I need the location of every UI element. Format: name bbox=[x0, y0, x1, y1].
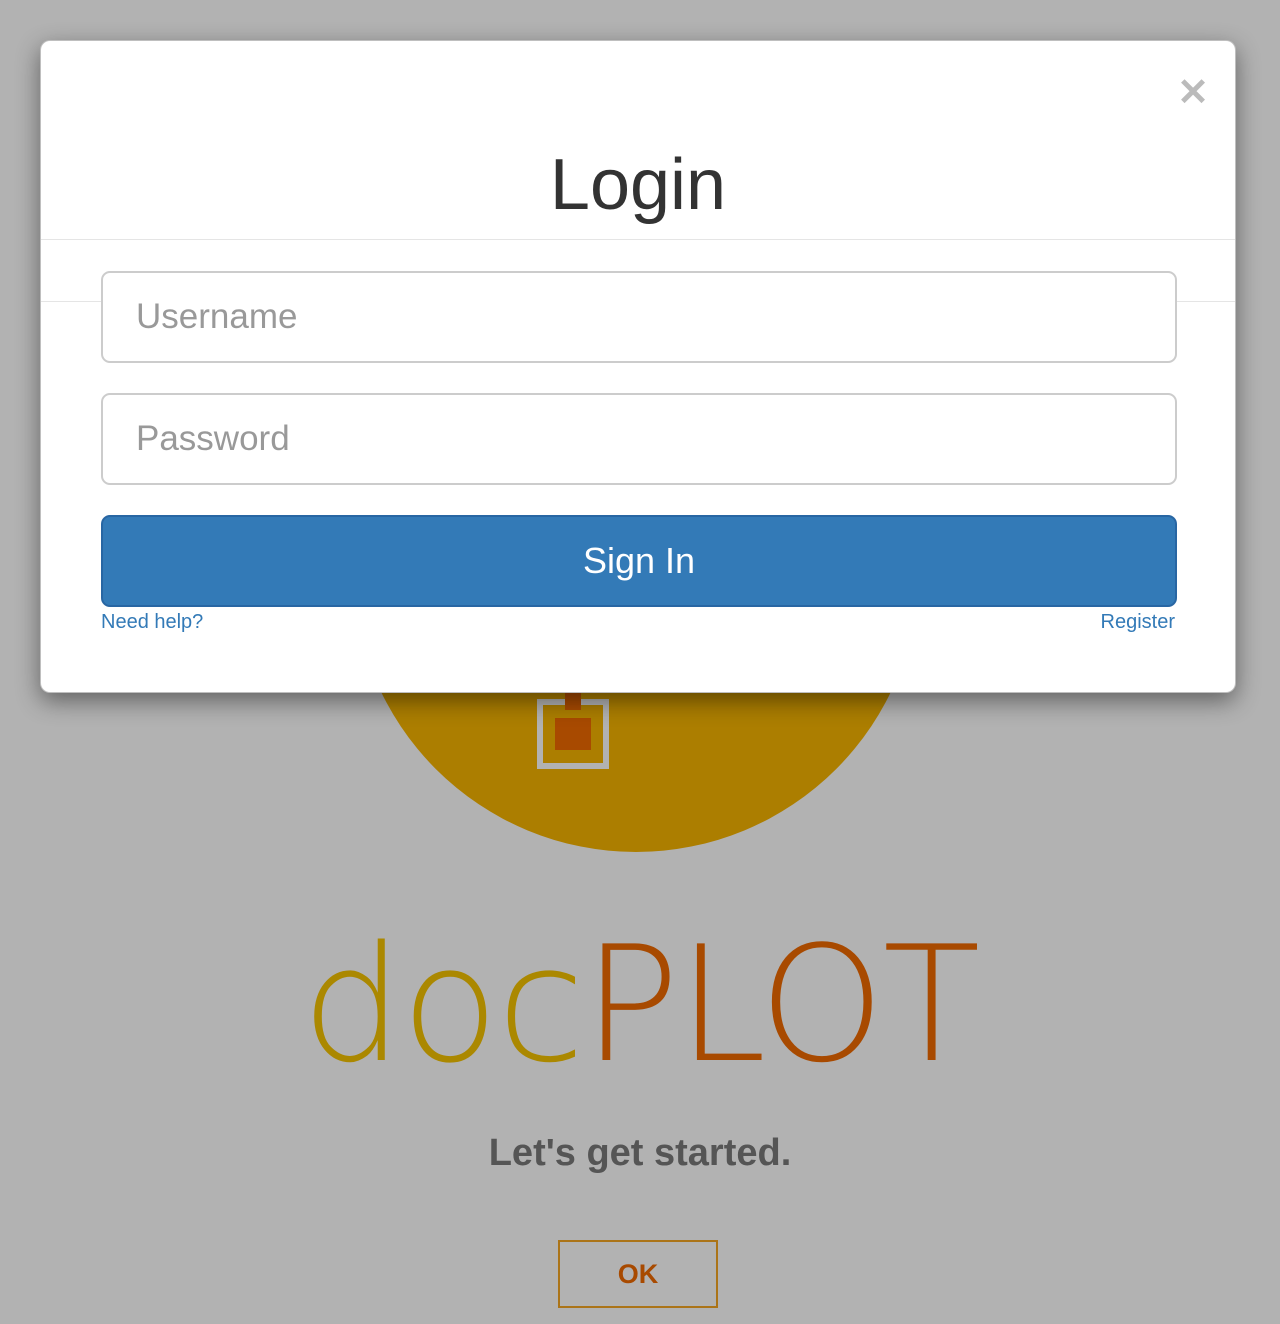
username-input[interactable] bbox=[101, 271, 1177, 363]
login-modal: ✕ Login Sign In Need help? Register bbox=[40, 40, 1236, 693]
modal-title: Login bbox=[549, 145, 727, 225]
close-button[interactable]: ✕ bbox=[1171, 71, 1215, 115]
password-input[interactable] bbox=[101, 393, 1177, 485]
header-divider bbox=[41, 239, 1235, 240]
need-help-link[interactable]: Need help? bbox=[101, 610, 203, 634]
sign-in-button[interactable]: Sign In bbox=[101, 515, 1177, 607]
close-icon: ✕ bbox=[1177, 72, 1209, 114]
register-link[interactable]: Register bbox=[1101, 610, 1175, 634]
